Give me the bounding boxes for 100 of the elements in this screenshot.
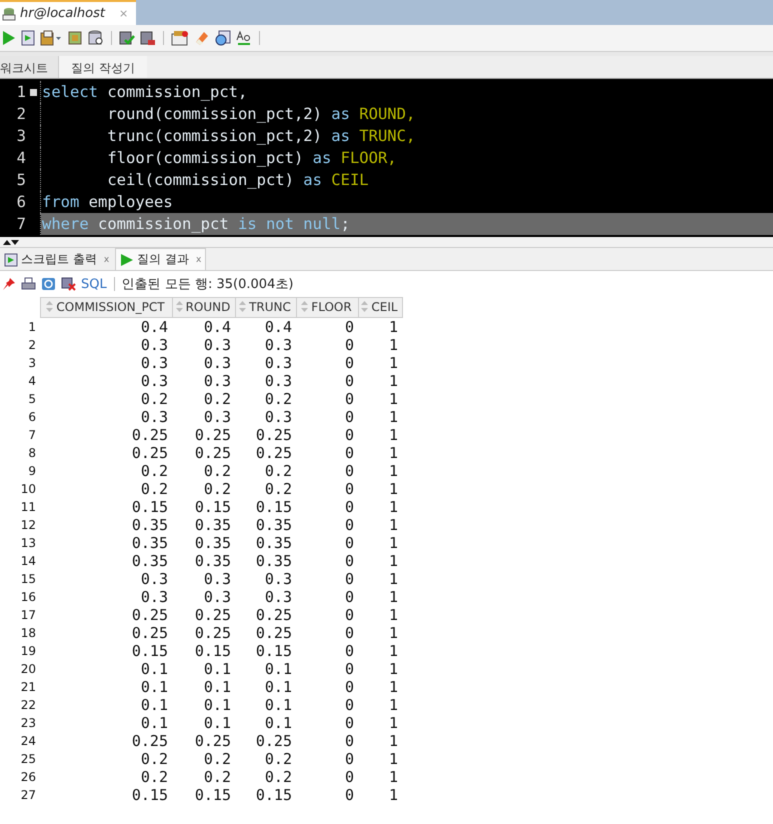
table-cell-text: 0.2 [264,480,293,498]
rollback-icon[interactable] [140,30,156,46]
table-cell-text: 0.2 [202,480,232,498]
table-cell-text: 0.2 [140,750,169,768]
table-cell-text: 0.15 [194,642,232,660]
table-cell-text: 0.35 [254,534,293,552]
table-cell-text: 0.15 [254,642,293,660]
row-number: 16 [20,589,37,606]
table-cell-text: 0.35 [130,516,169,534]
table-cell-text: 0 [344,552,355,570]
row-number: 11 [20,499,37,516]
code-line: from employees [41,192,174,213]
close-icon[interactable]: x [104,254,110,264]
table-cell-text: 1 [388,390,399,408]
row-number: 4 [27,373,37,390]
table-cell-text: 0.25 [194,444,232,462]
table-cell-text: 0.15 [194,498,232,516]
row-number: 13 [20,535,37,552]
table-cell-text: 0.3 [264,408,293,426]
table-cell-text: 0.25 [194,732,232,750]
sql-link[interactable]: SQL [81,276,107,292]
table-cell-text: 0.25 [130,624,169,642]
close-icon[interactable]: x [196,254,202,264]
row-number: 15 [20,571,37,588]
column-header[interactable]: CEIL [358,298,402,318]
table-cell-text: 0 [344,786,355,804]
table-cell-text: 1 [388,480,399,498]
table-cell-text: 0.3 [140,588,169,606]
document-tab[interactable]: hr@localhost × [0,0,136,25]
status-text: 인출된 모든 행: 35(0.004초) [122,276,294,293]
table-cell-text: 0.1 [202,678,232,696]
row-number: 5 [27,391,37,408]
table-cell-text: 0.3 [202,336,232,354]
table-cell-text: 0.25 [194,606,232,624]
table-cell: 0.4 [172,318,235,336]
table-cell-text: 0.1 [264,714,293,732]
commit-icon[interactable] [119,30,135,46]
row-number: 18 [20,625,37,642]
column-header[interactable]: TRUNC [235,298,296,318]
table-cell-text: 0.3 [140,570,169,588]
column-header[interactable]: ROUND [172,298,235,318]
row-number: 10 [20,481,37,498]
row-number: 25 [20,751,37,768]
table-cell-text: 0.35 [130,552,169,570]
run-icon[interactable] [2,30,16,46]
table-cell-text: 1 [388,516,399,534]
table-cell-text: 0.35 [254,552,293,570]
row-number: 6 [27,409,37,426]
column-header[interactable]: COMMISSION_PCT [40,298,172,318]
table-cell-text: 1 [388,696,399,714]
table-cell-text: 1 [388,462,399,480]
row-number: 22 [20,697,37,714]
table-cell-text: 0.3 [202,408,232,426]
pin-icon[interactable] [2,277,16,291]
line-number: 5 [16,171,26,189]
table-cell-text: 0.3 [140,372,169,390]
table-cell-text: 1 [388,624,399,642]
table-cell-text: 0 [344,606,355,624]
code-line: select commission_pct, [41,82,248,103]
table-cell: 0 [296,318,358,336]
editor-tab[interactable]: 질의 작성기 [59,56,147,78]
table-cell-text: 1 [388,588,399,606]
table-cell-text: 0.2 [202,462,232,480]
table-cell-text: 0 [344,732,355,750]
table-cell-text: 0.3 [264,372,293,390]
result-tab[interactable]: 질의 결과 x [115,248,206,270]
table-cell-text: 0.25 [254,426,293,444]
table-cell-text: 1 [388,678,399,696]
format-icon[interactable] [236,30,252,46]
line-number: 6 [16,193,26,211]
table-cell-text: 0 [344,516,355,534]
line-number: 7 [16,215,26,233]
table-cell-text: 0.2 [264,768,293,786]
print-icon[interactable] [21,277,36,291]
table-cell-text: 0 [344,642,355,660]
refresh-icon[interactable] [41,277,56,291]
row-number: 19 [20,643,37,660]
eraser-icon[interactable] [194,30,210,46]
table-cell-text: 1 [388,786,399,804]
table-cell-text: 0 [344,570,355,588]
database-search-icon[interactable] [88,30,104,46]
row-number: 24 [20,733,37,750]
column-header[interactable]: FLOOR [296,298,358,318]
history-icon[interactable] [215,30,231,46]
splitter-arrows-icon[interactable] [2,238,20,246]
cancel-icon[interactable] [61,277,76,291]
editor-tab[interactable]: 워크시트 [0,56,59,78]
table-cell-text: 0.25 [130,732,169,750]
table-cell-text: 0.35 [254,516,293,534]
table-cell-text: 0.15 [254,786,293,804]
script-icon[interactable] [21,30,35,46]
table-cell-text: 0.15 [130,786,169,804]
line-number: 2 [16,105,26,123]
row-number: 2 [27,337,37,354]
table-cell-text: 0 [344,444,355,462]
table-cell-text: 1 [388,660,399,678]
table-cell-text: 0 [344,336,355,354]
table-cell-text: 0.1 [140,696,169,714]
table-cell-text: 0.3 [202,372,232,390]
code-line: round(commission_pct,2) as ROUND, [106,104,416,125]
